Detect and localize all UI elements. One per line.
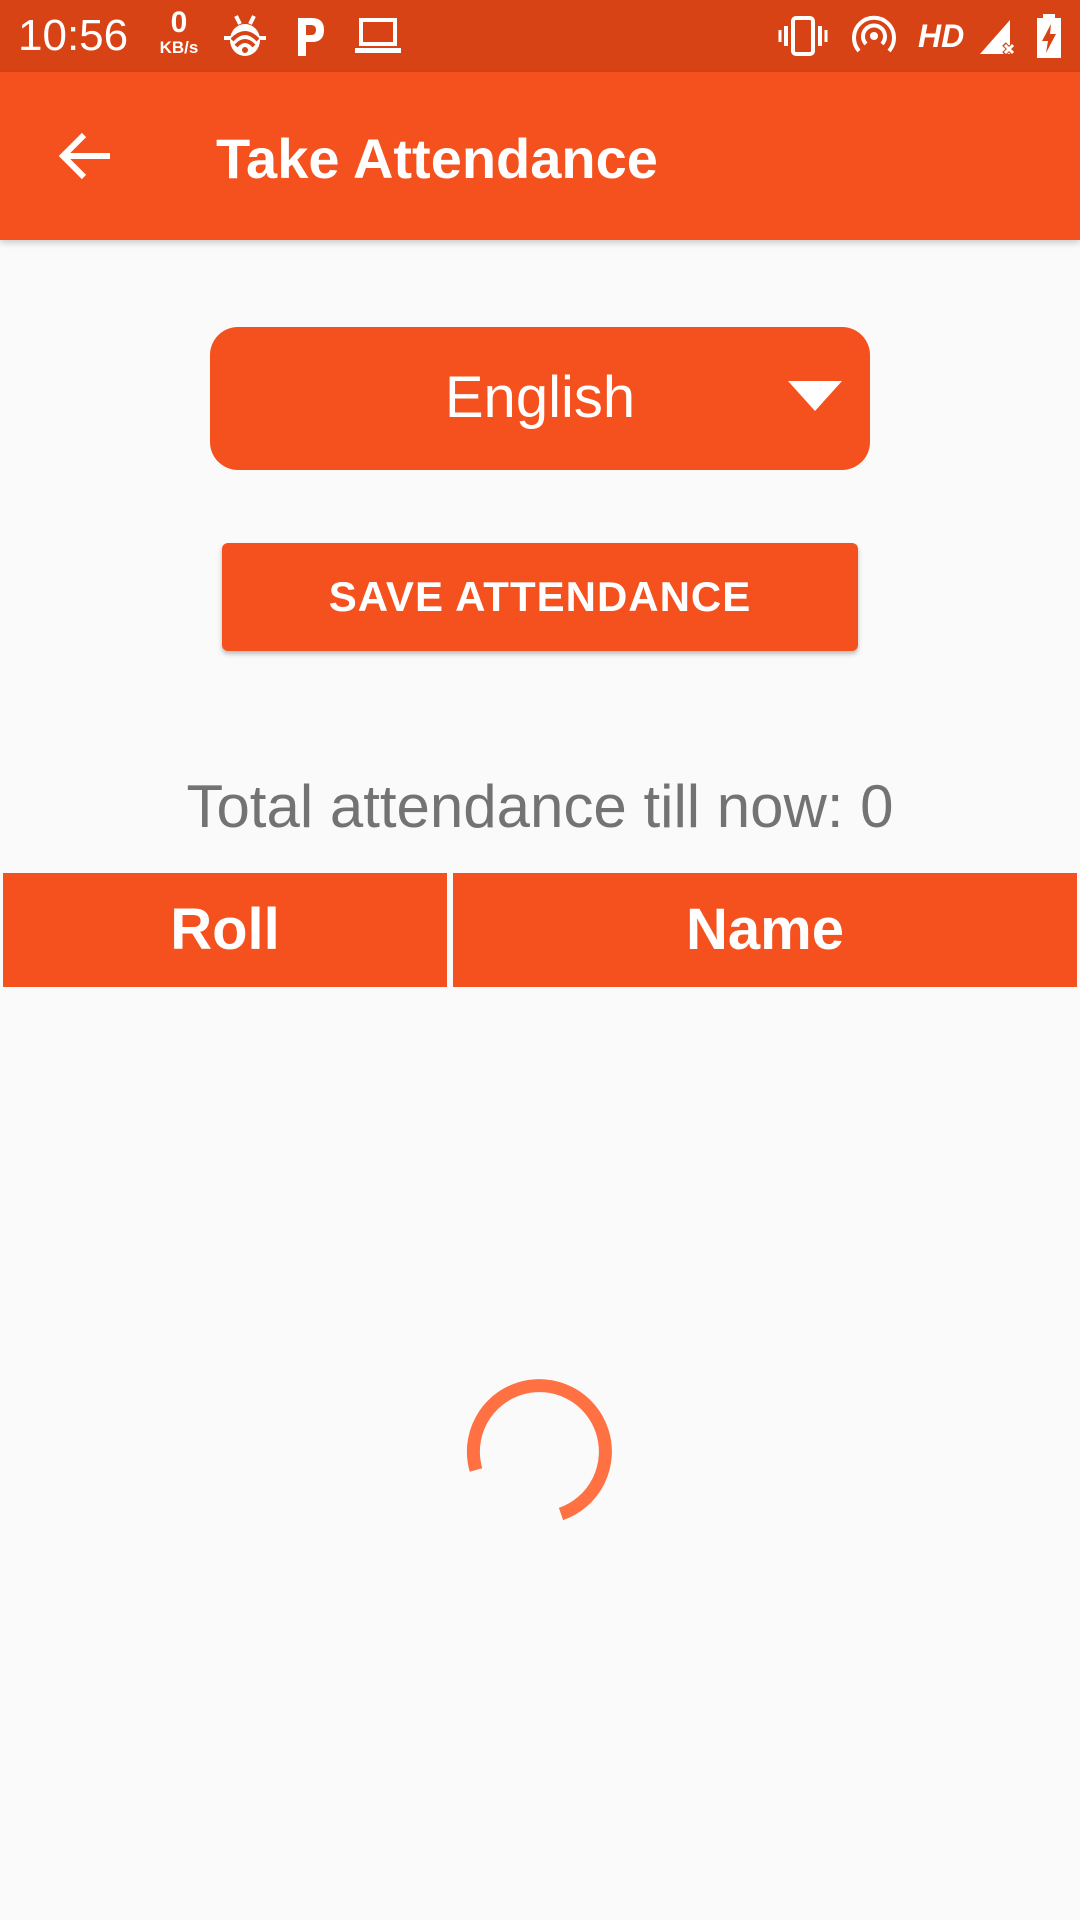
network-speed-unit: KB/s <box>159 38 199 57</box>
network-speed-value: 0 <box>170 6 188 39</box>
battery-charging-icon <box>1037 14 1061 58</box>
dropdown-arrow-icon <box>788 381 842 411</box>
attendance-table-header: Roll Name <box>0 873 1080 987</box>
hd-icon: HD <box>918 18 965 54</box>
take-attendance-screen: 10:56 0 KB/s HD Take Attendance English … <box>0 0 1080 1920</box>
app-bar: Take Attendance <box>0 72 1080 240</box>
save-attendance-button[interactable]: SAVE ATTENDANCE <box>222 543 858 651</box>
subject-dropdown[interactable]: English <box>210 327 870 470</box>
p-icon <box>298 18 324 56</box>
status-time: 10:56 <box>18 11 129 60</box>
status-bar: 10:56 0 KB/s HD <box>0 0 1080 72</box>
name-column-header: Name <box>453 873 1077 987</box>
vibrate-icon <box>778 16 828 56</box>
total-attendance-text: Total attendance till now: 0 <box>186 773 894 840</box>
roll-column-header: Roll <box>3 873 447 987</box>
loading-spinner-icon <box>466 1379 612 1521</box>
subject-selected-value: English <box>444 365 636 430</box>
page-title: Take Attendance <box>216 127 658 190</box>
hotspot-icon <box>852 15 896 53</box>
signal-icon <box>980 20 1016 56</box>
network-speed: 0 KB/s <box>152 8 206 58</box>
bug-icon <box>224 15 266 56</box>
laptop-icon <box>355 18 401 53</box>
arrow-back-icon[interactable] <box>40 116 130 196</box>
